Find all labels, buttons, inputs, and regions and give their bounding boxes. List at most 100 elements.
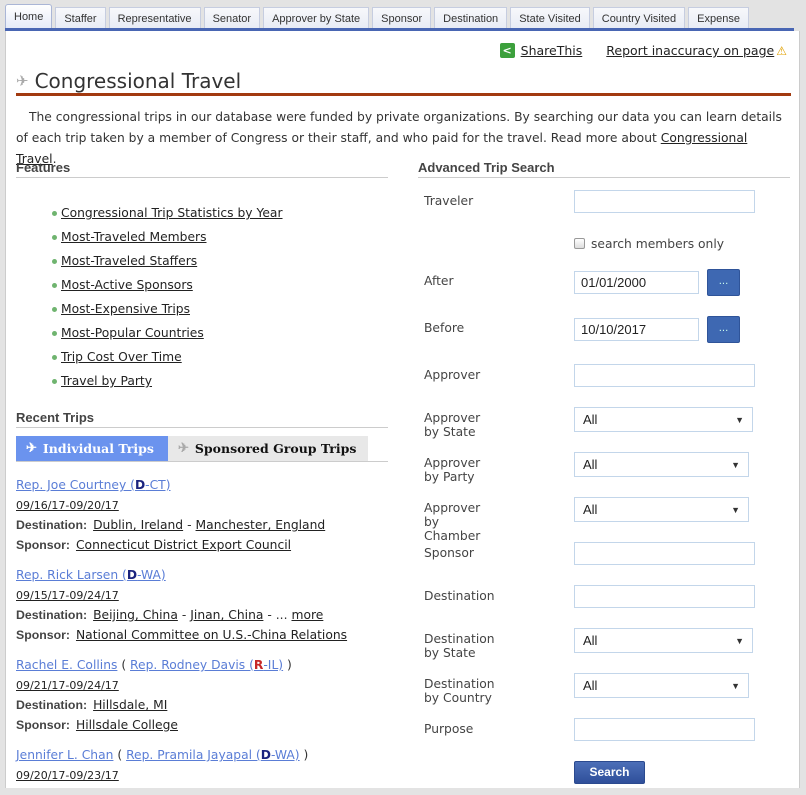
feature-link[interactable]: Trip Cost Over Time bbox=[61, 350, 182, 364]
bullet-icon bbox=[52, 378, 57, 384]
feature-link[interactable]: Most-Traveled Staffers bbox=[61, 254, 197, 268]
bullet-icon bbox=[52, 282, 57, 288]
share-link[interactable]: ShareThis bbox=[521, 43, 583, 58]
dropdown-arrow-icon: ▼ bbox=[735, 635, 744, 646]
party-badge: D bbox=[134, 478, 146, 492]
before-date-input[interactable] bbox=[574, 318, 699, 341]
main-tabs: Home Staffer Representative Senator Approver… bbox=[5, 4, 752, 31]
features-heading: Features bbox=[16, 160, 388, 178]
trip-tabs: ✈ Individual Trips ✈ Sponsored Group Tri… bbox=[16, 436, 388, 462]
tab-sponsored-group-trips[interactable]: ✈ Sponsored Group Trips bbox=[168, 436, 368, 461]
trip-traveler: Rep. Joe Courtney (D-CT) bbox=[16, 475, 396, 495]
feature-item: Most-Expensive Trips bbox=[52, 297, 283, 321]
staffer-link[interactable]: Jennifer L. Chan bbox=[16, 748, 113, 762]
feature-item: Trip Cost Over Time bbox=[52, 345, 283, 369]
destination-state-select[interactable]: All ▼ bbox=[574, 628, 753, 653]
warning-icon: ⚠ bbox=[776, 43, 787, 58]
destination-country-select[interactable]: All ▼ bbox=[574, 673, 749, 698]
after-date-input[interactable] bbox=[574, 271, 699, 294]
feature-item: Most-Active Sponsors bbox=[52, 273, 283, 297]
approver-party-select[interactable]: All ▼ bbox=[574, 452, 749, 477]
advanced-search-heading: Advanced Trip Search bbox=[418, 160, 790, 178]
trip-dates-link[interactable]: 09/15/17-09/24/17 bbox=[16, 589, 119, 602]
bullet-icon bbox=[52, 306, 57, 312]
tab-home[interactable]: Home bbox=[5, 4, 53, 31]
destination-link[interactable]: Dublin, Ireland bbox=[93, 518, 183, 532]
feature-link[interactable]: Most-Popular Countries bbox=[61, 326, 204, 340]
trip-item: Rachel E. Collins ( Rep. Rodney Davis (R… bbox=[16, 655, 396, 735]
sponsor-link[interactable]: Hillsdale College bbox=[76, 718, 178, 732]
party-badge: R bbox=[253, 658, 264, 672]
share-icon[interactable]: < bbox=[499, 43, 515, 58]
feature-item: Most-Traveled Members bbox=[52, 225, 283, 249]
content-panel: < ShareThis Report inaccuracy on page ⚠ … bbox=[5, 31, 800, 788]
trip-traveler: Jennifer L. Chan ( Rep. Pramila Jayapal … bbox=[16, 748, 309, 762]
staffer-link[interactable]: Rachel E. Collins bbox=[16, 658, 117, 672]
recent-trips-heading: Recent Trips bbox=[16, 410, 388, 428]
dropdown-arrow-icon: ▼ bbox=[731, 504, 740, 515]
feature-item: Congressional Trip Statistics by Year bbox=[52, 201, 283, 225]
trip-dates-link[interactable]: 09/21/17-09/24/17 bbox=[16, 679, 119, 692]
airplane-icon: ✈ bbox=[26, 441, 37, 456]
members-only-row: search members only bbox=[574, 237, 724, 251]
bullet-icon bbox=[52, 354, 57, 360]
feature-link[interactable]: Travel by Party bbox=[61, 374, 152, 388]
bullet-icon bbox=[52, 234, 57, 240]
airplane-icon: ✈ bbox=[178, 441, 189, 456]
destination-input[interactable] bbox=[574, 585, 755, 608]
page-title: Congressional Travel bbox=[34, 69, 242, 93]
bullet-icon bbox=[52, 210, 57, 216]
dropdown-arrow-icon: ▼ bbox=[735, 414, 744, 425]
trip-item: Rep. Rick Larsen (D-WA) 09/15/17-09/24/17… bbox=[16, 565, 396, 645]
trip-traveler: Rep. Rick Larsen (D-WA) bbox=[16, 565, 396, 585]
member-link[interactable]: Rep. Pramila Jayapal (D-WA) bbox=[126, 748, 300, 762]
approver-input[interactable] bbox=[574, 364, 755, 387]
recent-trips-list: Rep. Joe Courtney (D-CT) 09/16/17-09/20/1… bbox=[16, 475, 396, 795]
trip-destination: Destination: Beijing, China - Jinan, China -… bbox=[16, 608, 324, 622]
trip-destination: Destination: Hillsdale, MI bbox=[16, 698, 168, 712]
features-list: Congressional Trip Statistics by Year Mos… bbox=[52, 201, 283, 393]
trip-dates-link[interactable]: 09/16/17-09/20/17 bbox=[16, 499, 119, 512]
feature-item: Most-Popular Countries bbox=[52, 321, 283, 345]
trip-item: Jennifer L. Chan ( Rep. Pramila Jayapal … bbox=[16, 745, 396, 785]
dropdown-arrow-icon: ▼ bbox=[731, 680, 740, 691]
trip-sponsor: Sponsor: Hillsdale College bbox=[16, 718, 178, 732]
feature-link[interactable]: Most-Traveled Members bbox=[61, 230, 207, 244]
destination-link[interactable]: Hillsdale, MI bbox=[93, 698, 167, 712]
sponsor-input[interactable] bbox=[574, 542, 755, 565]
title-row: ✈ Congressional Travel bbox=[16, 69, 791, 96]
purpose-input[interactable] bbox=[574, 718, 755, 741]
after-calendar-button[interactable]: ... bbox=[707, 269, 740, 296]
member-link[interactable]: Rep. Rick Larsen (D-WA) bbox=[16, 568, 166, 582]
trip-item: Rep. Joe Courtney (D-CT) 09/16/17-09/20/1… bbox=[16, 475, 396, 555]
feature-item: Most-Traveled Staffers bbox=[52, 249, 283, 273]
party-badge: D bbox=[260, 748, 271, 762]
airplane-icon: ✈ bbox=[16, 72, 29, 90]
sponsor-link[interactable]: National Committee on U.S.-China Relatio… bbox=[76, 628, 347, 642]
bullet-icon bbox=[52, 330, 57, 336]
feature-link[interactable]: Most-Expensive Trips bbox=[61, 302, 190, 316]
approver-state-select[interactable]: All ▼ bbox=[574, 407, 753, 432]
tab-individual-trips[interactable]: ✈ Individual Trips bbox=[16, 436, 168, 461]
feature-link[interactable]: Congressional Trip Statistics by Year bbox=[61, 206, 283, 220]
destination-link[interactable]: Jinan, China bbox=[190, 608, 263, 622]
bullet-icon bbox=[52, 258, 57, 264]
approver-chamber-select[interactable]: All ▼ bbox=[574, 497, 749, 522]
member-link[interactable]: Rep. Rodney Davis (R-IL) bbox=[130, 658, 283, 672]
trip-dates-link[interactable]: 09/20/17-09/23/17 bbox=[16, 769, 119, 782]
trip-destination: Destination: Dublin, Ireland - Manchester, … bbox=[16, 518, 326, 532]
report-inaccuracy-link[interactable]: Report inaccuracy on page bbox=[606, 43, 774, 58]
before-calendar-button[interactable]: ... bbox=[707, 316, 740, 343]
member-link[interactable]: Rep. Joe Courtney (D-CT) bbox=[16, 478, 171, 492]
trip-sponsor: Sponsor: Connecticut District Export Coun… bbox=[16, 538, 292, 552]
top-links: < ShareThis Report inaccuracy on page ⚠ bbox=[499, 43, 787, 58]
feature-link[interactable]: Most-Active Sponsors bbox=[61, 278, 193, 292]
trip-sponsor: Sponsor: National Committee on U.S.-China… bbox=[16, 628, 348, 642]
members-only-checkbox[interactable] bbox=[574, 238, 585, 249]
search-button[interactable]: Search bbox=[574, 761, 645, 784]
destination-link[interactable]: Beijing, China bbox=[93, 608, 178, 622]
destination-link[interactable]: Manchester, England bbox=[196, 518, 326, 532]
more-link[interactable]: more bbox=[291, 608, 323, 622]
sponsor-link[interactable]: Connecticut District Export Council bbox=[76, 538, 291, 552]
traveler-input[interactable] bbox=[574, 190, 755, 213]
